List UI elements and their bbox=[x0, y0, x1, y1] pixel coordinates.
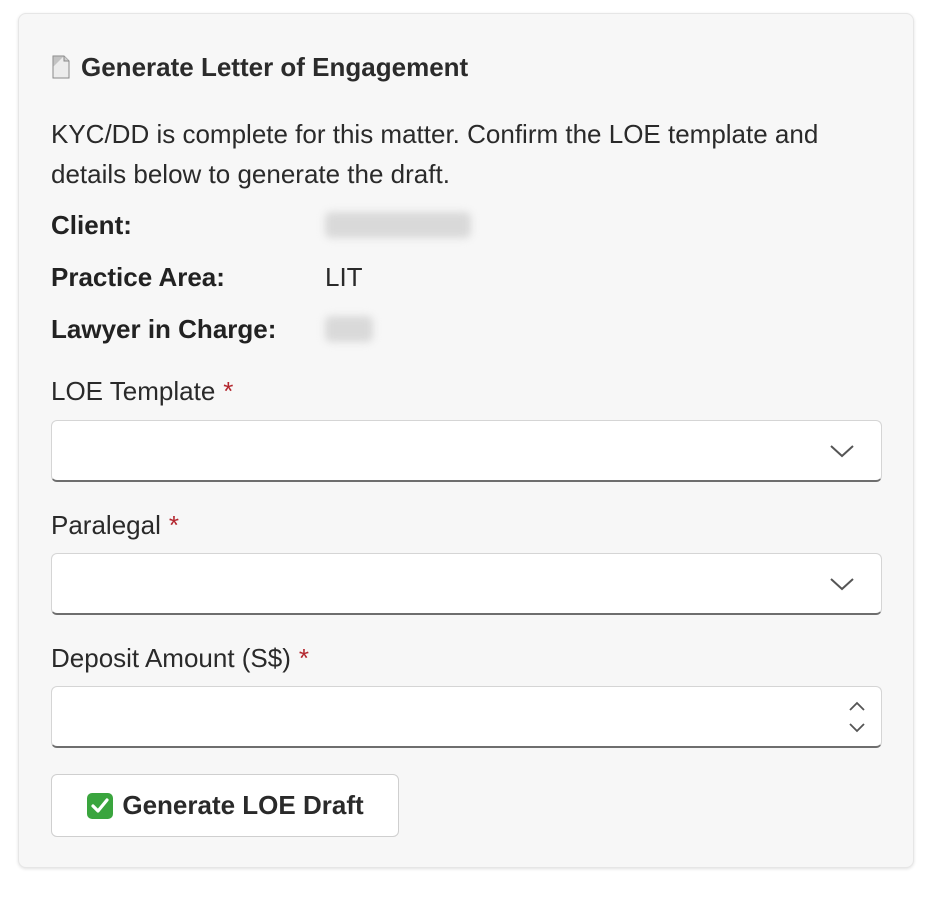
document-icon bbox=[51, 55, 71, 79]
check-mark-icon bbox=[87, 792, 114, 819]
deposit-amount-label: Deposit Amount (S$) * bbox=[51, 643, 309, 674]
generate-loe-draft-button[interactable]: Generate LOE Draft bbox=[51, 774, 399, 837]
chevron-down-icon bbox=[830, 445, 854, 458]
client-row: Client: bbox=[51, 208, 471, 242]
deposit-amount-input[interactable] bbox=[51, 686, 882, 748]
paralegal-label: Paralegal * bbox=[51, 510, 179, 541]
generate-loe-draft-label: Generate LOE Draft bbox=[122, 790, 364, 820]
paralegal-label-text: Paralegal bbox=[51, 510, 161, 540]
card-header: Generate Letter of Engagement bbox=[51, 50, 468, 84]
description-text: KYC/DD is complete for this matter. Conf… bbox=[51, 119, 819, 189]
lawyer-label: Lawyer in Charge: bbox=[51, 313, 277, 344]
required-asterisk: * bbox=[298, 643, 310, 673]
client-value-redacted bbox=[325, 212, 471, 238]
practice-area-row: Practice Area: LIT bbox=[51, 260, 363, 294]
client-label: Client: bbox=[51, 209, 132, 240]
chevron-down-icon bbox=[830, 578, 854, 591]
practice-area-label: Practice Area: bbox=[51, 261, 225, 292]
deposit-amount-label-text: Deposit Amount (S$) bbox=[51, 643, 291, 673]
loe-template-label: LOE Template * bbox=[51, 376, 233, 407]
loe-template-select[interactable] bbox=[51, 420, 882, 482]
lawyer-value-redacted bbox=[325, 316, 373, 342]
required-asterisk: * bbox=[168, 510, 179, 540]
paralegal-select[interactable] bbox=[51, 553, 882, 615]
number-stepper-icon[interactable] bbox=[847, 697, 867, 737]
loe-template-label-text: LOE Template bbox=[51, 376, 216, 406]
lawyer-row: Lawyer in Charge: bbox=[51, 312, 373, 346]
practice-area-value: LIT bbox=[325, 261, 363, 292]
loe-card: Generate Letter of Engagement KYC/DD is … bbox=[18, 13, 914, 868]
page-title: Generate Letter of Engagement bbox=[81, 51, 469, 82]
required-asterisk: * bbox=[223, 376, 234, 406]
